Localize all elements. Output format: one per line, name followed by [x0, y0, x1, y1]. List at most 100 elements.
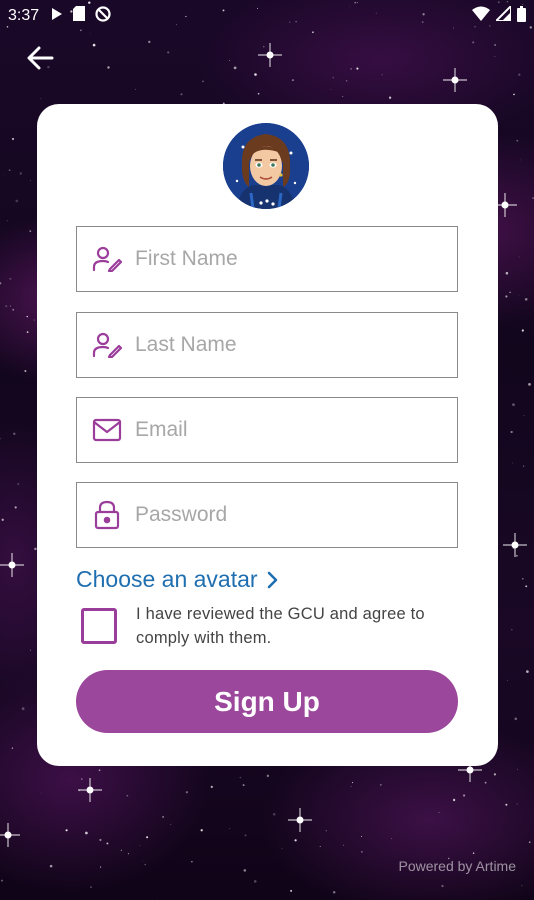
star	[106, 842, 109, 845]
star	[127, 853, 129, 855]
star	[210, 785, 213, 789]
star	[185, 791, 189, 794]
first-name-input[interactable]	[135, 247, 435, 271]
star	[494, 56, 496, 58]
star	[291, 79, 294, 82]
star	[463, 794, 466, 797]
star	[146, 836, 149, 839]
star	[98, 769, 101, 772]
star	[135, 88, 137, 90]
star	[12, 308, 15, 311]
star	[342, 96, 344, 98]
star	[228, 828, 230, 830]
star	[229, 60, 231, 61]
star	[506, 680, 508, 681]
choose-avatar-label: Choose an avatar	[76, 566, 258, 592]
star	[162, 815, 165, 818]
star	[380, 784, 382, 786]
star	[510, 430, 513, 434]
avatar[interactable]	[223, 123, 309, 209]
star	[33, 319, 35, 321]
star	[505, 271, 509, 275]
first-name-field[interactable]	[76, 226, 458, 292]
star	[381, 74, 383, 76]
star	[266, 774, 270, 778]
star	[518, 73, 521, 76]
star	[516, 139, 519, 142]
star	[281, 848, 283, 850]
choose-avatar-link[interactable]: Choose an avatar	[76, 566, 278, 593]
email-input[interactable]	[135, 418, 435, 442]
powered-by-text: Powered by Artime	[398, 858, 517, 874]
star	[350, 786, 352, 788]
star	[493, 773, 497, 776]
star	[24, 369, 27, 373]
star	[144, 863, 146, 866]
last-name-input[interactable]	[135, 333, 435, 357]
star	[441, 884, 444, 888]
star	[343, 844, 344, 846]
bright-star	[0, 823, 20, 847]
star	[243, 869, 247, 872]
star	[11, 137, 15, 141]
star	[514, 717, 518, 721]
last-name-field[interactable]	[76, 312, 458, 378]
star	[516, 803, 518, 805]
star	[14, 506, 17, 509]
star	[200, 829, 203, 832]
star	[356, 67, 359, 70]
star	[494, 44, 497, 46]
star	[505, 803, 508, 806]
chevron-right-icon	[266, 571, 278, 589]
star	[244, 834, 247, 837]
star	[528, 383, 531, 386]
star	[509, 291, 511, 294]
star	[516, 554, 518, 557]
star	[81, 778, 83, 780]
lock-icon	[91, 499, 123, 531]
email-field[interactable]	[76, 397, 458, 463]
star	[156, 898, 158, 900]
star	[472, 852, 475, 854]
user-edit-icon	[91, 329, 123, 361]
bright-star	[288, 808, 312, 832]
star	[107, 66, 110, 69]
star	[524, 297, 528, 301]
star	[361, 835, 362, 837]
battery-icon	[517, 5, 526, 27]
star	[191, 861, 193, 863]
star	[528, 841, 531, 844]
star	[518, 295, 520, 297]
star	[239, 776, 242, 779]
star	[511, 629, 513, 631]
star	[120, 849, 123, 852]
star	[65, 829, 68, 832]
star	[29, 230, 32, 232]
back-button[interactable]	[24, 44, 56, 76]
star	[361, 851, 363, 853]
star	[0, 437, 1, 440]
star	[19, 172, 23, 175]
star	[49, 864, 53, 868]
star	[1, 518, 4, 521]
star	[85, 831, 88, 835]
sign-up-button[interactable]: Sign Up	[76, 670, 458, 733]
agree-checkbox[interactable]	[81, 608, 117, 644]
star	[13, 432, 16, 435]
star	[126, 794, 129, 797]
password-field[interactable]	[76, 482, 458, 548]
star	[170, 823, 172, 825]
star	[391, 838, 393, 839]
star	[202, 80, 204, 83]
star	[40, 792, 42, 794]
password-input[interactable]	[135, 503, 435, 527]
star	[254, 73, 257, 76]
star	[505, 295, 508, 298]
play-icon	[51, 7, 63, 26]
star	[290, 889, 293, 892]
star	[388, 96, 392, 99]
star	[26, 315, 28, 318]
star	[472, 41, 475, 44]
star	[30, 649, 32, 651]
star	[11, 747, 14, 749]
